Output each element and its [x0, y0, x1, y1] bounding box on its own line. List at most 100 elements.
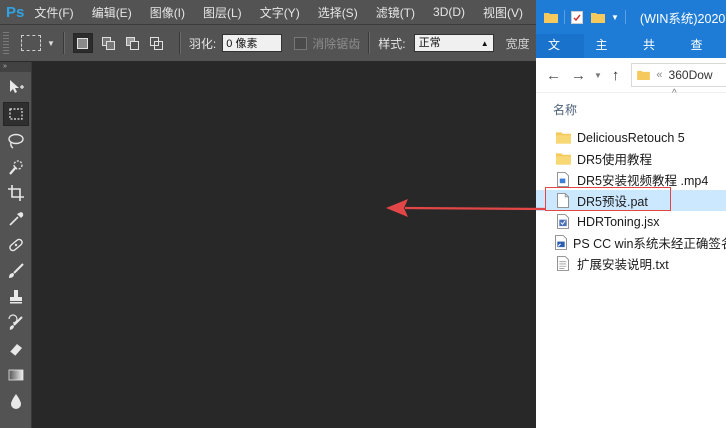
new-selection-button[interactable] [72, 33, 93, 53]
folder-icon [555, 151, 571, 167]
document-icon [555, 193, 571, 209]
file-list: DeliciousRetouch 5 DR5使用教程 DR5安装视频教程 .mp… [536, 127, 726, 274]
breadcrumb-overflow-icon[interactable]: « [656, 69, 662, 81]
feather-input[interactable]: 0 像素 [222, 34, 283, 52]
intersect-selection-button[interactable] [147, 34, 165, 52]
blur-tool-icon[interactable] [4, 390, 28, 412]
divider [624, 10, 626, 24]
recent-locations-icon[interactable]: ▼ [594, 71, 602, 80]
photoshop-logo: Ps [6, 3, 25, 21]
tools-panel: » [0, 62, 32, 428]
folder-icon [555, 130, 571, 146]
script-file-icon [555, 214, 571, 230]
tab-file[interactable]: 文件 [536, 34, 584, 74]
up-arrow-icon[interactable]: ↑ [612, 67, 620, 84]
menu-image[interactable]: 图像(I) [150, 4, 185, 21]
file-name: PS CC win系统未经正确签名 [573, 237, 726, 251]
quick-select-tool-icon[interactable] [4, 156, 28, 178]
file-name: HDRToning.jsx [577, 214, 660, 229]
move-tool-icon[interactable] [4, 76, 28, 98]
style-label: 样式: [378, 36, 406, 51]
file-name: DR5预设.pat [577, 195, 648, 209]
back-arrow-icon[interactable]: ← [546, 67, 561, 84]
add-selection-button[interactable] [99, 34, 117, 52]
subtract-selection-button[interactable] [123, 34, 141, 52]
list-item[interactable]: HDRToning.jsx [536, 211, 726, 232]
menu-bar: Ps 文件(F) 编辑(E) 图像(I) 图层(L) 文字(Y) 选择(S) 滤… [0, 0, 536, 24]
healing-brush-tool-icon[interactable] [4, 234, 28, 256]
list-item[interactable]: DeliciousRetouch 5 [536, 127, 726, 148]
photoshop-window: Ps 文件(F) 编辑(E) 图像(I) 图层(L) 文字(Y) 选择(S) 滤… [0, 0, 536, 428]
gradient-tool-icon[interactable] [4, 364, 28, 386]
preset-dropdown-icon[interactable]: ▼ [47, 39, 55, 48]
menu-type[interactable]: 文字(Y) [260, 4, 300, 21]
file-explorer-window: ▼ (WIN系统)2020 文件 主页 共享 查看 ← → ▼ ↑ « 360D… [536, 0, 726, 428]
divider [564, 10, 565, 24]
marquee-preset-icon[interactable] [21, 35, 41, 51]
sort-ascending-icon: ^ [672, 88, 677, 99]
address-path: 360Dow [668, 68, 713, 82]
menu-edit[interactable]: 编辑(E) [92, 4, 132, 21]
divider [178, 32, 181, 54]
text-file-icon [555, 256, 571, 272]
add-selection-icon [101, 37, 115, 50]
brush-tool-icon[interactable] [4, 260, 28, 282]
document-canvas-area[interactable] [32, 62, 536, 428]
antialias-label: 消除锯齿 [312, 36, 361, 51]
crop-tool-icon[interactable] [4, 182, 28, 204]
new-folder-icon[interactable] [591, 12, 605, 23]
menu-file[interactable]: 文件(F) [34, 4, 73, 21]
navigation-bar: ← → ▼ ↑ « 360Dow [536, 58, 726, 93]
lasso-tool-icon[interactable] [4, 130, 28, 152]
quick-access-dropdown-icon[interactable]: ▼ [611, 13, 619, 22]
antialias-checkbox[interactable] [294, 36, 308, 50]
feather-label: 羽化: [188, 36, 217, 51]
address-bar[interactable]: « 360Dow [631, 63, 726, 87]
explorer-title-bar[interactable]: ▼ (WIN系统)2020 [536, 0, 726, 34]
list-item[interactable]: PS CC win系统未经正确签名 [536, 232, 726, 253]
divider [368, 32, 371, 54]
style-select[interactable]: 正常 ▲ [413, 34, 494, 52]
column-header: ^ 名称 [536, 88, 726, 120]
tab-home[interactable]: 主页 [584, 34, 632, 74]
width-label: 宽度 [505, 36, 530, 51]
file-name: DeliciousRetouch 5 [577, 130, 685, 145]
column-name-header[interactable]: 名称 [553, 101, 577, 118]
options-bar-grip[interactable] [3, 32, 9, 54]
list-item[interactable]: DR5使用教程 [536, 148, 726, 169]
menu-view[interactable]: 视图(V) [483, 4, 523, 21]
divider [62, 32, 65, 54]
ribbon-tabs: 文件 主页 共享 查看 [536, 34, 726, 74]
list-item-selected[interactable]: DR5预设.pat [536, 190, 726, 211]
style-select-arrow-icon: ▲ [480, 39, 489, 48]
new-selection-icon [77, 37, 89, 49]
forward-arrow-icon[interactable]: → [571, 67, 586, 84]
properties-icon[interactable] [571, 10, 583, 24]
tab-share[interactable]: 共享 [631, 34, 679, 74]
file-name: DR5使用教程 [577, 153, 653, 167]
list-item[interactable]: DR5安装视频教程 .mp4 [536, 169, 726, 190]
list-item[interactable]: 扩展安装说明.txt [536, 253, 726, 274]
menu-layer[interactable]: 图层(L) [203, 4, 242, 21]
eyedropper-tool-icon[interactable] [4, 208, 28, 230]
subtract-selection-icon [125, 37, 139, 50]
video-file-icon [555, 172, 571, 188]
tools-panel-collapse-icon[interactable]: » [0, 62, 31, 72]
folder-icon [637, 70, 651, 80]
shortcut-file-icon [555, 235, 567, 251]
file-name: DR5安装视频教程 .mp4 [577, 174, 709, 188]
history-brush-tool-icon[interactable] [4, 312, 28, 334]
marquee-tool-icon[interactable] [2, 102, 29, 126]
tab-view[interactable]: 查看 [679, 34, 726, 74]
file-name: 扩展安装说明.txt [577, 258, 669, 272]
window-title: (WIN系统)2020 [639, 11, 726, 26]
clone-stamp-tool-icon[interactable] [4, 286, 28, 308]
menu-3d[interactable]: 3D(D) [433, 5, 465, 19]
menu-filter[interactable]: 滤镜(T) [376, 4, 415, 21]
style-select-value: 正常 [418, 37, 441, 49]
menu-select[interactable]: 选择(S) [318, 4, 358, 21]
intersect-selection-icon [149, 37, 163, 50]
eraser-tool-icon[interactable] [4, 338, 28, 360]
options-bar: ▼ 羽化: 0 像素 消除锯齿 样式: 正常 ▲ 宽度 [0, 24, 536, 62]
folder-icon [544, 12, 558, 23]
